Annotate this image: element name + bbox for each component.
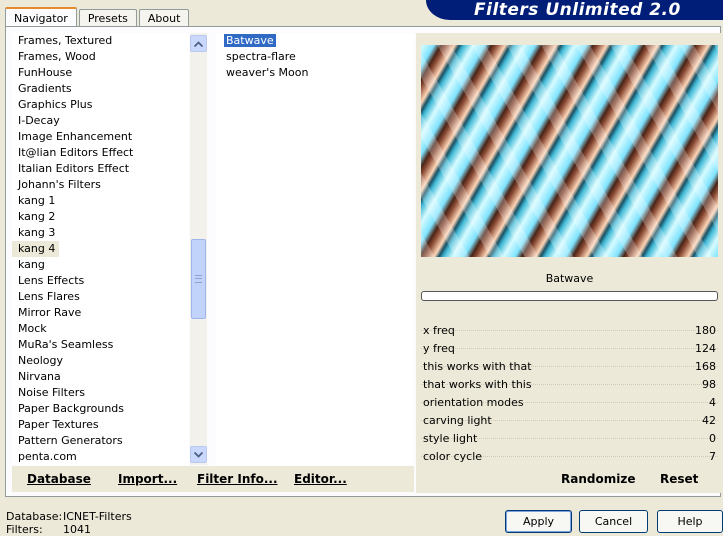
category-item[interactable]: It@lian Editors Effect [12,145,189,161]
category-item[interactable]: MuRa's Seamless [12,337,189,353]
category-item[interactable]: FunHouse [12,65,189,81]
param-label: orientation modes [423,396,524,409]
help-button[interactable]: Help [657,510,723,533]
category-item[interactable]: kang [12,257,189,273]
tab-bar: Navigator Presets About [5,7,191,29]
preview-filter-name: Batwave [545,272,594,285]
param-row[interactable]: carving light 42 [421,412,718,430]
filters-label: Filters: [6,523,43,536]
randomize-button[interactable]: Randomize [561,472,635,486]
param-row[interactable]: orientation modes 4 [421,394,718,412]
param-label: carving light [423,414,492,427]
preview-image [421,45,718,257]
cancel-button[interactable]: Cancel [579,510,648,533]
param-value: 124 [695,342,716,355]
param-row[interactable]: style light 0 [421,430,718,448]
grip-icon [195,275,202,283]
param-label: this works with that [423,360,532,373]
reset-button[interactable]: Reset [660,472,698,486]
category-item[interactable]: I-Decay [12,113,189,129]
param-label: x freq [423,324,455,337]
param-label: style light [423,432,478,445]
param-value: 168 [695,360,716,373]
category-item[interactable]: Neology [12,353,189,369]
category-item[interactable]: Noise Filters [12,385,189,401]
filter-item[interactable]: weaver's Moon [216,65,414,81]
category-item[interactable]: Nirvana [12,369,189,385]
category-item[interactable]: kang 1 [12,193,189,209]
category-item[interactable]: Italian Editors Effect [12,161,189,177]
param-label: that works with this [423,378,532,391]
category-item[interactable]: Frames, Wood [12,49,189,65]
editor-button[interactable]: Editor... [294,472,347,486]
param-row[interactable]: y freq 124 [421,340,718,358]
filters-count: 1041 [63,523,91,536]
category-item[interactable]: Lens Effects [12,273,189,289]
param-row[interactable]: color cycle 7 [421,448,718,466]
progress-bar [421,291,718,301]
category-item-selected[interactable]: kang 4 [12,241,60,257]
apply-button[interactable]: Apply [505,510,572,533]
database-value: ICNET-Filters [63,510,132,523]
category-list[interactable]: Frames, Textured Frames, Wood FunHouse G… [12,33,189,465]
filter-list[interactable]: Batwave spectra-flare weaver's Moon [216,33,414,465]
scroll-down-button[interactable] [190,446,207,463]
category-item[interactable]: Mock [12,321,189,337]
param-value: 42 [702,414,716,427]
filter-item[interactable]: spectra-flare [216,49,414,65]
chevron-up-icon [194,40,203,47]
param-value: 180 [695,324,716,337]
param-label: y freq [423,342,455,355]
category-item[interactable]: Image Enhancement [12,129,189,145]
param-value: 4 [709,396,716,409]
chevron-down-icon [194,451,203,458]
database-label: Database: [6,510,63,523]
scroll-up-button[interactable] [190,35,207,52]
param-value: 98 [702,378,716,391]
param-row[interactable]: this works with that 168 [421,358,718,376]
category-item[interactable]: Pattern Generators [12,433,189,449]
param-label: color cycle [423,450,483,463]
category-item[interactable]: penta.com [12,449,189,465]
category-item[interactable]: Lens Flares [12,289,189,305]
category-item[interactable]: kang 3 [12,225,189,241]
list-button-bar: Database Import... Filter Info... Editor… [12,466,414,492]
param-row[interactable]: that works with this 98 [421,376,718,394]
scroll-thumb[interactable] [191,239,206,319]
category-item[interactable]: Gradients [12,81,189,97]
import-button[interactable]: Import... [118,472,177,486]
param-value: 7 [709,450,716,463]
category-item[interactable]: Johann's Filters [12,177,189,193]
category-item[interactable]: Frames, Textured [12,33,189,49]
category-scrollbar[interactable] [190,33,207,465]
parameter-list: x freq 180 y freq 124 this works with that… [421,322,718,466]
category-item[interactable]: Paper Textures [12,417,189,433]
param-value: 0 [709,432,716,445]
status-area: Database: ICNET-Filters Filters: 1041 [6,510,132,536]
preview-button-bar: Randomize Reset [421,466,718,492]
title-banner: Filters Unlimited 2.0 [426,0,723,20]
category-item[interactable]: Graphics Plus [12,97,189,113]
category-item[interactable]: Paper Backgrounds [12,401,189,417]
filter-info-button[interactable]: Filter Info... [197,472,278,486]
category-item[interactable]: Mirror Rave [12,305,189,321]
param-row[interactable]: x freq 180 [421,322,718,340]
category-item[interactable]: kang 2 [12,209,189,225]
database-button[interactable]: Database [27,472,91,486]
filter-item-selected[interactable]: Batwave [216,33,414,49]
